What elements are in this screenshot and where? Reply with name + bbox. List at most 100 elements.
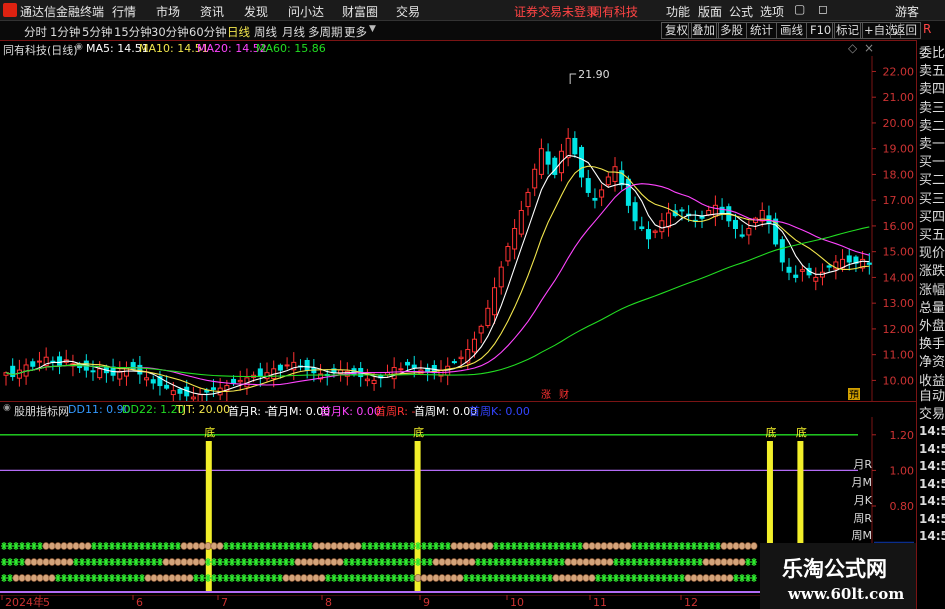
star [505,574,511,582]
menu-xuanxiang[interactable]: 选项 [760,3,784,20]
star [613,574,619,582]
settings-diamond-icon[interactable]: ◇ [848,41,857,55]
period-1min[interactable]: 1分钟 [50,24,80,40]
candle-body [592,197,598,201]
period-weekly[interactable]: 周线 [254,24,277,40]
bead [462,558,470,566]
menu-item-caifuquan[interactable]: 财富圈 [342,3,378,20]
more-dropdown-icon[interactable]: ▼ [369,24,376,34]
bead [456,558,464,566]
period-15min[interactable]: 15分钟 [114,24,152,40]
menu-item-jiaoyi[interactable]: 交易 [396,3,420,20]
star [523,542,529,550]
star [259,542,265,550]
auto-trade-0[interactable]: 自动 [919,385,945,404]
candle-body [405,361,411,366]
star [415,542,421,550]
star [247,558,253,566]
bead [564,558,572,566]
quote-row-7: 买二 [919,173,945,189]
date-label-5: 9 [423,596,430,609]
star [421,542,427,550]
menu-item-shichang[interactable]: 市场 [156,3,180,20]
indicator-expand-icon[interactable]: ◉ [3,403,11,413]
date-label-1: 5 [43,596,50,609]
btn-biaoji[interactable]: 标记 [832,22,863,39]
star [427,542,433,550]
title-bar: 通达信金融终端 行情 市场 资讯 发现 问小达 财富圈 交易 证券交易未登录 同… [0,0,945,21]
expand-icon[interactable]: ◉ [75,42,83,52]
star [223,542,229,550]
price-tick-label: 10.00 [883,374,915,387]
bead [582,574,590,582]
star [535,542,541,550]
login-status[interactable]: 证券交易未登录 [514,3,598,20]
bead [84,542,92,550]
menu-item-hangqing[interactable]: 行情 [112,3,136,20]
period-monthly[interactable]: 月线 [282,24,305,40]
period-more[interactable]: 更多 [344,24,367,40]
bead [300,574,308,582]
panel-r-icon[interactable]: R [923,22,931,36]
star [115,574,121,582]
star [379,574,385,582]
bead [702,574,710,582]
price-tick-label: 13.00 [883,297,915,310]
btn-diejia[interactable]: 叠加 [688,22,719,39]
close-icon[interactable]: × [864,41,874,55]
btn-f10[interactable]: F10 [806,22,836,39]
window-icon[interactable]: ◻ [818,2,828,16]
menu-gongshi[interactable]: 公式 [729,3,753,20]
menu-item-wenxiaoda[interactable]: 问小达 [288,3,324,20]
quote-row-17: 净资 [919,355,945,371]
star [433,542,439,550]
period-5min[interactable]: 5分钟 [82,24,112,40]
minimize-icon[interactable]: ▢ [794,2,805,16]
star [241,574,247,582]
bead [348,542,356,550]
auto-trade-1[interactable]: 交易 [919,403,945,422]
btn-tongji[interactable]: 统计 [746,22,777,39]
star [421,558,427,566]
star [391,558,397,566]
star [643,558,649,566]
btn-duogu[interactable]: 多股 [716,22,747,39]
candle-body [371,379,377,384]
candle-body [512,228,518,250]
period-fenshi[interactable]: 分时 [24,24,47,40]
menu-item-zixun[interactable]: 资讯 [200,3,224,20]
star [205,558,211,566]
period-30min[interactable]: 30分钟 [151,24,189,40]
bead [318,542,326,550]
bead [474,542,482,550]
bead [594,558,602,566]
candle-body [398,368,404,371]
bead [198,542,206,550]
star [277,574,283,582]
watermark: 乐淘公式网 www.60lt.com [760,543,916,609]
bead [456,574,464,582]
bead [438,558,446,566]
bead [708,574,716,582]
star [613,558,619,566]
menu-item-faxian[interactable]: 发现 [244,3,268,20]
bead [426,574,434,582]
star [73,574,79,582]
star [283,558,289,566]
menu-gongneng[interactable]: 功能 [666,3,690,20]
menu-banmian[interactable]: 版面 [698,3,722,20]
period-daily[interactable]: 日线 [227,24,250,40]
star [673,574,679,582]
period-60min[interactable]: 60分钟 [189,24,227,40]
signal-label: 底 [796,425,807,439]
period-multi[interactable]: 多周期 [308,24,343,40]
btn-fanhui[interactable]: 返回 [890,22,921,39]
star [655,574,661,582]
date-label-8: 12 [684,596,698,609]
bead [330,542,338,550]
menu-youke[interactable]: 游客 [895,3,919,20]
star [121,574,127,582]
bead [318,558,326,566]
candlestick-chart[interactable]: 10.00 11.00 12.00 13.00 14.00 15.00 16.00 17.00… [0,56,916,401]
btn-huaxian[interactable]: 画线 [776,22,807,39]
